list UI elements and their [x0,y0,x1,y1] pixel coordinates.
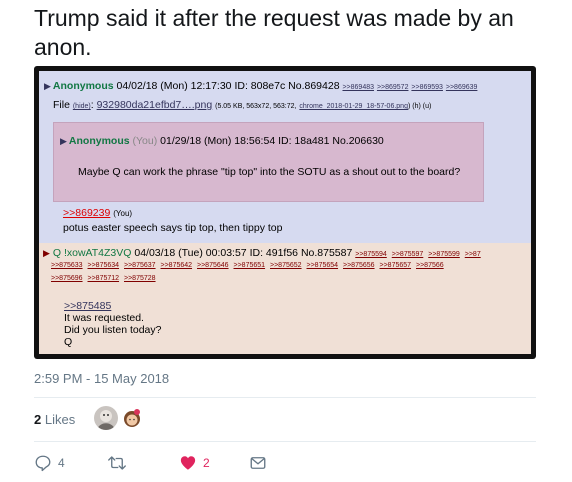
post-number[interactable]: No.206630 [332,135,383,147]
post-header: ▶ Q !xowAT4Z3VQ 04/03/18 (Tue) 00:03:57 … [43,247,484,259]
tweet-actions: 4 2 [34,452,334,474]
post-line: Q [64,336,73,348]
retweet-button[interactable] [107,452,127,474]
divider [34,441,536,442]
post-number[interactable]: No.869428 [288,80,339,92]
file-label: File [53,99,70,111]
inline-quoted-post: ▶ Anonymous (You) 01/29/18 (Mon) 18:56:54… [53,122,484,202]
backlink[interactable]: >>875646 [197,262,229,269]
post-menu-arrow-icon[interactable]: ▶ [60,136,67,146]
reply-count: 4 [58,456,65,470]
backlink[interactable]: >>875599 [428,251,460,258]
imageboard-thread: ▶ Anonymous 04/02/18 (Mon) 12:17:30 ID: 8… [39,71,531,354]
poster-id: ID: 491f56 [249,247,299,259]
backlink[interactable]: >>875594 [355,251,387,258]
backlink[interactable]: >>875696 [51,275,83,282]
backlinks: >>869483 >>869572 >>869593 >>869639 [342,80,477,92]
file-info: File (hide): 932980da21efbd7….png (5.05 … [53,99,432,111]
poster-name: Anonymous [68,135,130,147]
poster-id: ID: 808e7c [234,80,286,92]
reply-quote-link[interactable]: >>869239 [63,207,110,219]
backlinks: >>875594 >>875597 >>875599 >>87 [355,251,483,258]
post-line: Did you listen today? [64,324,162,336]
backlinks: >>875633 >>875634 >>875637 >>875642 >>87… [51,262,447,269]
tripcode: !xowAT4Z3VQ [63,247,132,259]
backlink[interactable]: >>875642 [161,262,193,269]
envelope-icon [249,454,267,472]
post-body: potus easter speech says tip top, then t… [63,222,283,234]
post-anonymous: ▶ Anonymous 04/02/18 (Mon) 12:17:30 ID: 8… [39,71,531,243]
file-hide-link[interactable]: (hide) [73,103,91,110]
backlink[interactable]: >>875712 [88,275,120,282]
post-number[interactable]: No.875587 [301,247,352,259]
heart-icon [179,454,197,472]
tweet-timestamp[interactable]: 2:59 PM - 15 May 2018 [34,371,169,386]
likes-count[interactable]: 2 Likes [34,412,75,427]
backlink[interactable]: >>869483 [342,84,374,91]
backlink[interactable]: >>869593 [411,84,443,91]
backlinks: >>875696 >>875712 >>875728 [51,275,159,282]
poster-name: Q [52,247,62,259]
you-marker: (You) [113,209,133,218]
post-line: It was requested. [64,312,144,324]
backlink[interactable]: >>875657 [380,262,412,269]
post-q: ▶ Q !xowAT4Z3VQ 04/03/18 (Tue) 00:03:57 … [39,243,531,354]
post-date: 04/02/18 (Mon) 12:17:30 [116,80,232,92]
backlink[interactable]: >>869639 [446,84,478,91]
file-original-name[interactable]: chrome_2018-01-29_18-57-06.png [299,103,408,110]
backlink[interactable]: >>875652 [270,262,302,269]
backlink[interactable]: >>875597 [392,251,424,258]
reply-button[interactable]: 4 [34,452,65,474]
backlink[interactable]: >>869572 [377,84,409,91]
backlink[interactable]: >>87 [465,251,481,258]
post-date: 04/03/18 (Tue) 00:03:57 [134,247,247,259]
backlink[interactable]: >>87566 [416,262,444,269]
post-menu-arrow-icon[interactable]: ▶ [44,81,51,91]
tweet-text: Trump said it after the request was made… [34,5,514,60]
backlink[interactable]: >>875656 [343,262,375,269]
retweet-icon [107,454,127,472]
backlink[interactable]: >>875728 [124,275,156,282]
backlink[interactable]: >>875651 [234,262,266,269]
backlink[interactable]: >>875634 [88,262,120,269]
quoted-post-header: ▶ Anonymous (You) 01/29/18 (Mon) 18:56:54… [60,135,384,147]
likes-label: Likes [44,412,76,427]
quote-link[interactable]: >>875485 [64,300,161,312]
like-button[interactable]: 2 [179,452,210,474]
embedded-screenshot[interactable]: ▶ Anonymous 04/02/18 (Mon) 12:17:30 ID: 8… [34,66,536,359]
quoted-post-body: Maybe Q can work the phrase "tip top" in… [78,166,461,178]
you-marker: (You) [132,135,158,147]
post-date: 01/29/18 (Mon) 18:56:54 [160,135,276,147]
avatar[interactable] [120,406,144,430]
backlink[interactable]: >>875637 [124,262,156,269]
file-name-link[interactable]: 932980da21efbd7….png [97,99,213,111]
poster-id: ID: 18a481 [278,135,330,147]
post-header: ▶ Anonymous 04/02/18 (Mon) 12:17:30 ID: 8… [44,80,477,92]
file-tail[interactable]: ) (h) (u) [408,103,431,110]
post-menu-arrow-icon[interactable]: ▶ [43,248,50,258]
avatar[interactable] [94,406,118,430]
poster-name: Anonymous [52,80,114,92]
divider [34,397,536,398]
reply-icon [34,454,52,472]
backlink[interactable]: >>875654 [307,262,339,269]
post-body: >>875485 It was requested. Did you liste… [64,300,161,348]
like-count: 2 [203,456,210,470]
reply-quote: >>869239 (You) [63,207,132,219]
likes-number: 2 [34,412,42,427]
backlink[interactable]: >>875633 [51,262,83,269]
direct-message-button[interactable] [249,452,267,474]
file-meta: (5.05 KB, 563x72, 563:72, [215,103,297,110]
